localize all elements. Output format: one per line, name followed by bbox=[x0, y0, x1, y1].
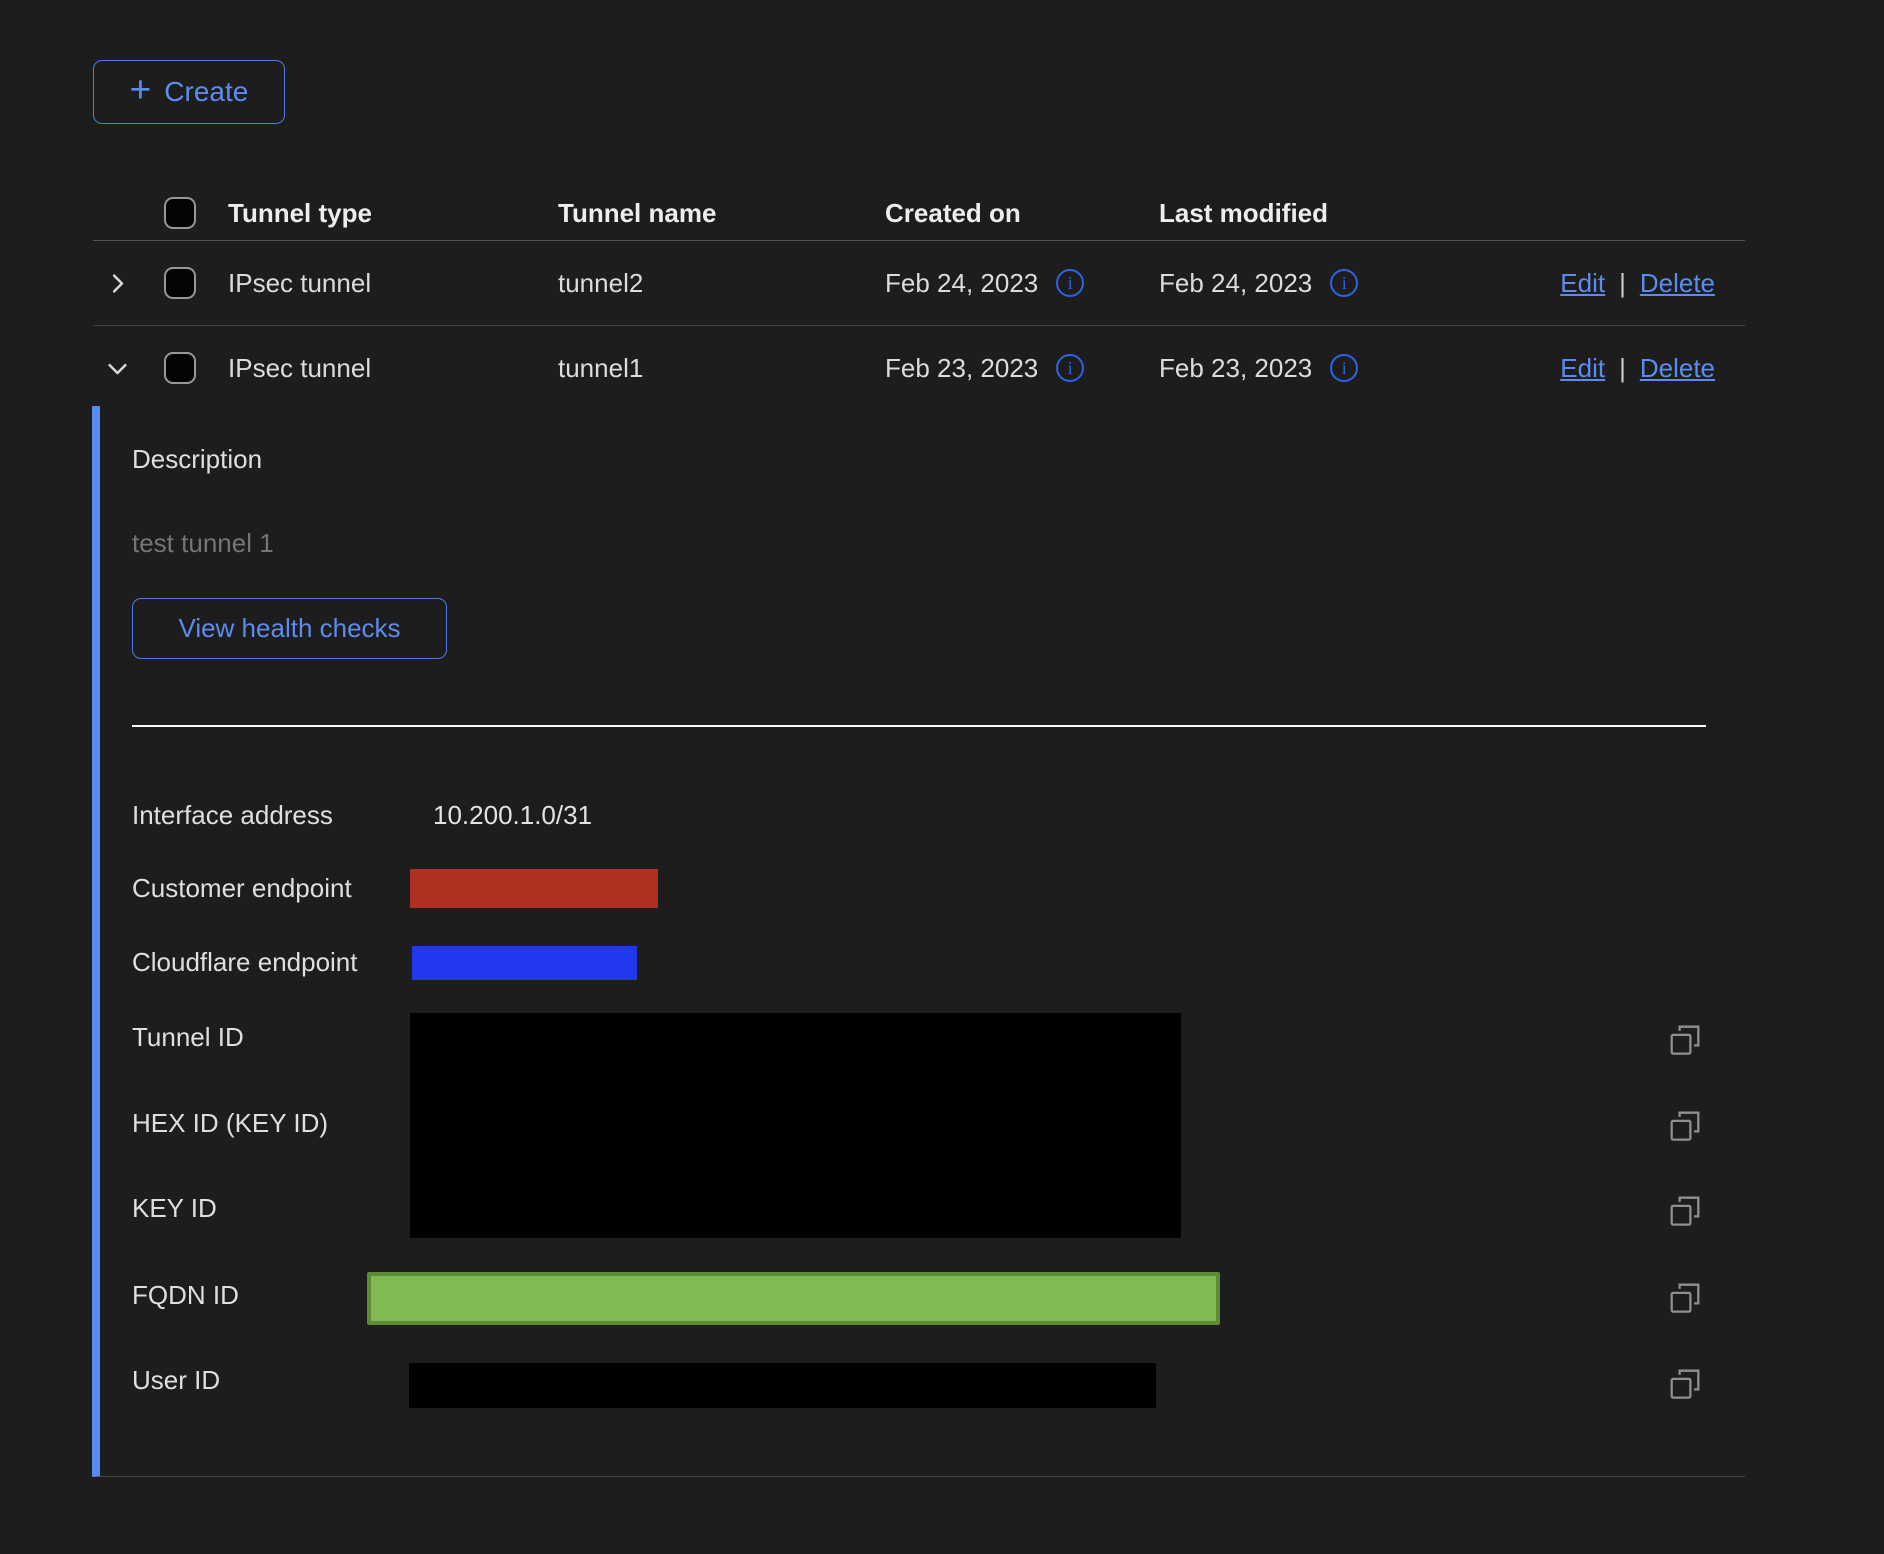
redaction-box-cloudflare-endpoint bbox=[412, 946, 637, 980]
tunnels-table: Tunnel type Tunnel name Created on Last … bbox=[93, 186, 1745, 410]
tunnel-type-cell: IPsec tunnel bbox=[228, 268, 558, 299]
description-value: test tunnel 1 bbox=[132, 528, 274, 559]
tunnel-type-cell: IPsec tunnel bbox=[228, 353, 558, 384]
copy-icon[interactable] bbox=[1668, 1367, 1702, 1401]
tunnel-name-cell: tunnel1 bbox=[558, 353, 885, 384]
interface-address-value: 10.200.1.0/31 bbox=[433, 800, 592, 831]
field-label-cloudflare-endpoint: Cloudflare endpoint bbox=[132, 947, 358, 978]
redaction-box-customer-endpoint bbox=[410, 869, 658, 908]
field-label-hex-id: HEX ID (KEY ID) bbox=[132, 1108, 328, 1139]
table-row-tunnel2: IPsec tunnel tunnel2 Feb 24, 2023 i Feb … bbox=[93, 241, 1745, 326]
create-button[interactable]: + Create bbox=[93, 60, 285, 124]
row-checkbox[interactable] bbox=[164, 352, 196, 384]
row-checkbox[interactable] bbox=[164, 267, 196, 299]
copy-icon[interactable] bbox=[1668, 1194, 1702, 1228]
info-icon[interactable]: i bbox=[1056, 354, 1084, 382]
create-button-label: Create bbox=[164, 76, 248, 108]
column-header-tunnel-type: Tunnel type bbox=[228, 198, 558, 229]
tunnel-details-panel: Description test tunnel 1 View health ch… bbox=[92, 406, 1745, 1477]
info-icon[interactable]: i bbox=[1056, 269, 1084, 297]
column-header-tunnel-name: Tunnel name bbox=[558, 198, 885, 229]
plus-icon: + bbox=[130, 71, 152, 108]
section-divider bbox=[132, 725, 1706, 727]
edit-link[interactable]: Edit bbox=[1560, 268, 1605, 299]
copy-icon[interactable] bbox=[1668, 1109, 1702, 1143]
redaction-box-user-id bbox=[409, 1363, 1156, 1408]
tunnel-name-cell: tunnel2 bbox=[558, 268, 885, 299]
edit-link[interactable]: Edit bbox=[1560, 353, 1605, 384]
column-header-last-modified: Last modified bbox=[1159, 198, 1505, 229]
redaction-box-id-group bbox=[410, 1013, 1181, 1238]
redaction-box-fqdn-id bbox=[367, 1272, 1220, 1325]
chevron-down-icon[interactable] bbox=[104, 355, 131, 382]
field-label-tunnel-id: Tunnel ID bbox=[132, 1022, 244, 1053]
description-label: Description bbox=[132, 444, 262, 475]
field-label-fqdn-id: FQDN ID bbox=[132, 1280, 239, 1311]
last-modified-cell: Feb 23, 2023 bbox=[1159, 353, 1312, 384]
field-label-interface-address: Interface address bbox=[132, 800, 333, 831]
column-header-created-on: Created on bbox=[885, 198, 1159, 229]
action-separator: | bbox=[1619, 353, 1626, 384]
copy-icon[interactable] bbox=[1668, 1023, 1702, 1057]
copy-icon[interactable] bbox=[1668, 1281, 1702, 1315]
delete-link[interactable]: Delete bbox=[1640, 268, 1715, 299]
info-icon[interactable]: i bbox=[1330, 354, 1358, 382]
table-header-row: Tunnel type Tunnel name Created on Last … bbox=[93, 186, 1745, 241]
field-label-key-id: KEY ID bbox=[132, 1193, 217, 1224]
field-label-user-id: User ID bbox=[132, 1365, 220, 1396]
last-modified-cell: Feb 24, 2023 bbox=[1159, 268, 1312, 299]
view-health-checks-button[interactable]: View health checks bbox=[132, 598, 447, 659]
created-on-cell: Feb 24, 2023 bbox=[885, 268, 1038, 299]
info-icon[interactable]: i bbox=[1330, 269, 1358, 297]
field-label-customer-endpoint: Customer endpoint bbox=[132, 873, 352, 904]
table-row-tunnel1: IPsec tunnel tunnel1 Feb 23, 2023 i Feb … bbox=[93, 326, 1745, 410]
action-separator: | bbox=[1619, 268, 1626, 299]
delete-link[interactable]: Delete bbox=[1640, 353, 1715, 384]
chevron-right-icon[interactable] bbox=[104, 270, 131, 297]
select-all-checkbox[interactable] bbox=[164, 197, 196, 229]
created-on-cell: Feb 23, 2023 bbox=[885, 353, 1038, 384]
